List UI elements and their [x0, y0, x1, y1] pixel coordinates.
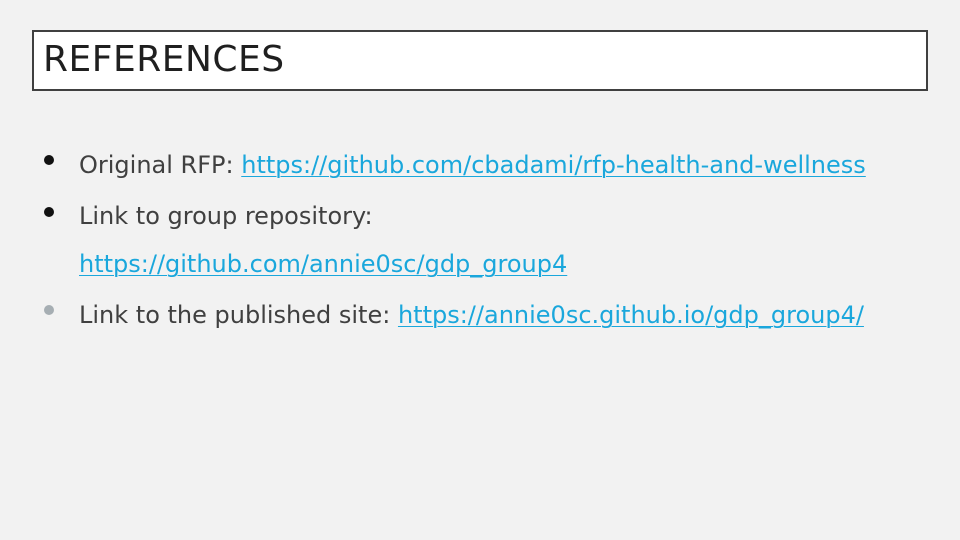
bullet-list: Original RFP: https://github.com/cbadami…	[40, 140, 940, 342]
bullet-item-original-rfp: Original RFP: https://github.com/cbadami…	[40, 140, 940, 190]
published-site-link[interactable]: https://annie0sc.github.io/gdp_group4/	[398, 301, 864, 329]
original-rfp-link[interactable]: https://github.com/cbadami/rfp-health-an…	[241, 151, 866, 179]
bullet-label: Link to the published site:	[79, 301, 391, 329]
bullet-label: Original RFP:	[79, 151, 234, 179]
bullet-dot-icon	[44, 155, 54, 165]
group-repository-link[interactable]: https://github.com/annie0sc/gdp_group4	[79, 250, 567, 278]
slide-title: REFERENCES	[43, 39, 285, 80]
bullet-item-published-site: Link to the published site: https://anni…	[40, 290, 940, 340]
slide: REFERENCES Original RFP: https://github.…	[0, 0, 960, 540]
bullet-item-group-repository: Link to group repository: https://github…	[40, 192, 940, 288]
bullet-dot-icon	[44, 305, 54, 315]
bullet-label: Link to group repository:	[79, 202, 373, 230]
title-box: REFERENCES	[32, 30, 928, 91]
bullet-dot-icon	[44, 207, 54, 217]
